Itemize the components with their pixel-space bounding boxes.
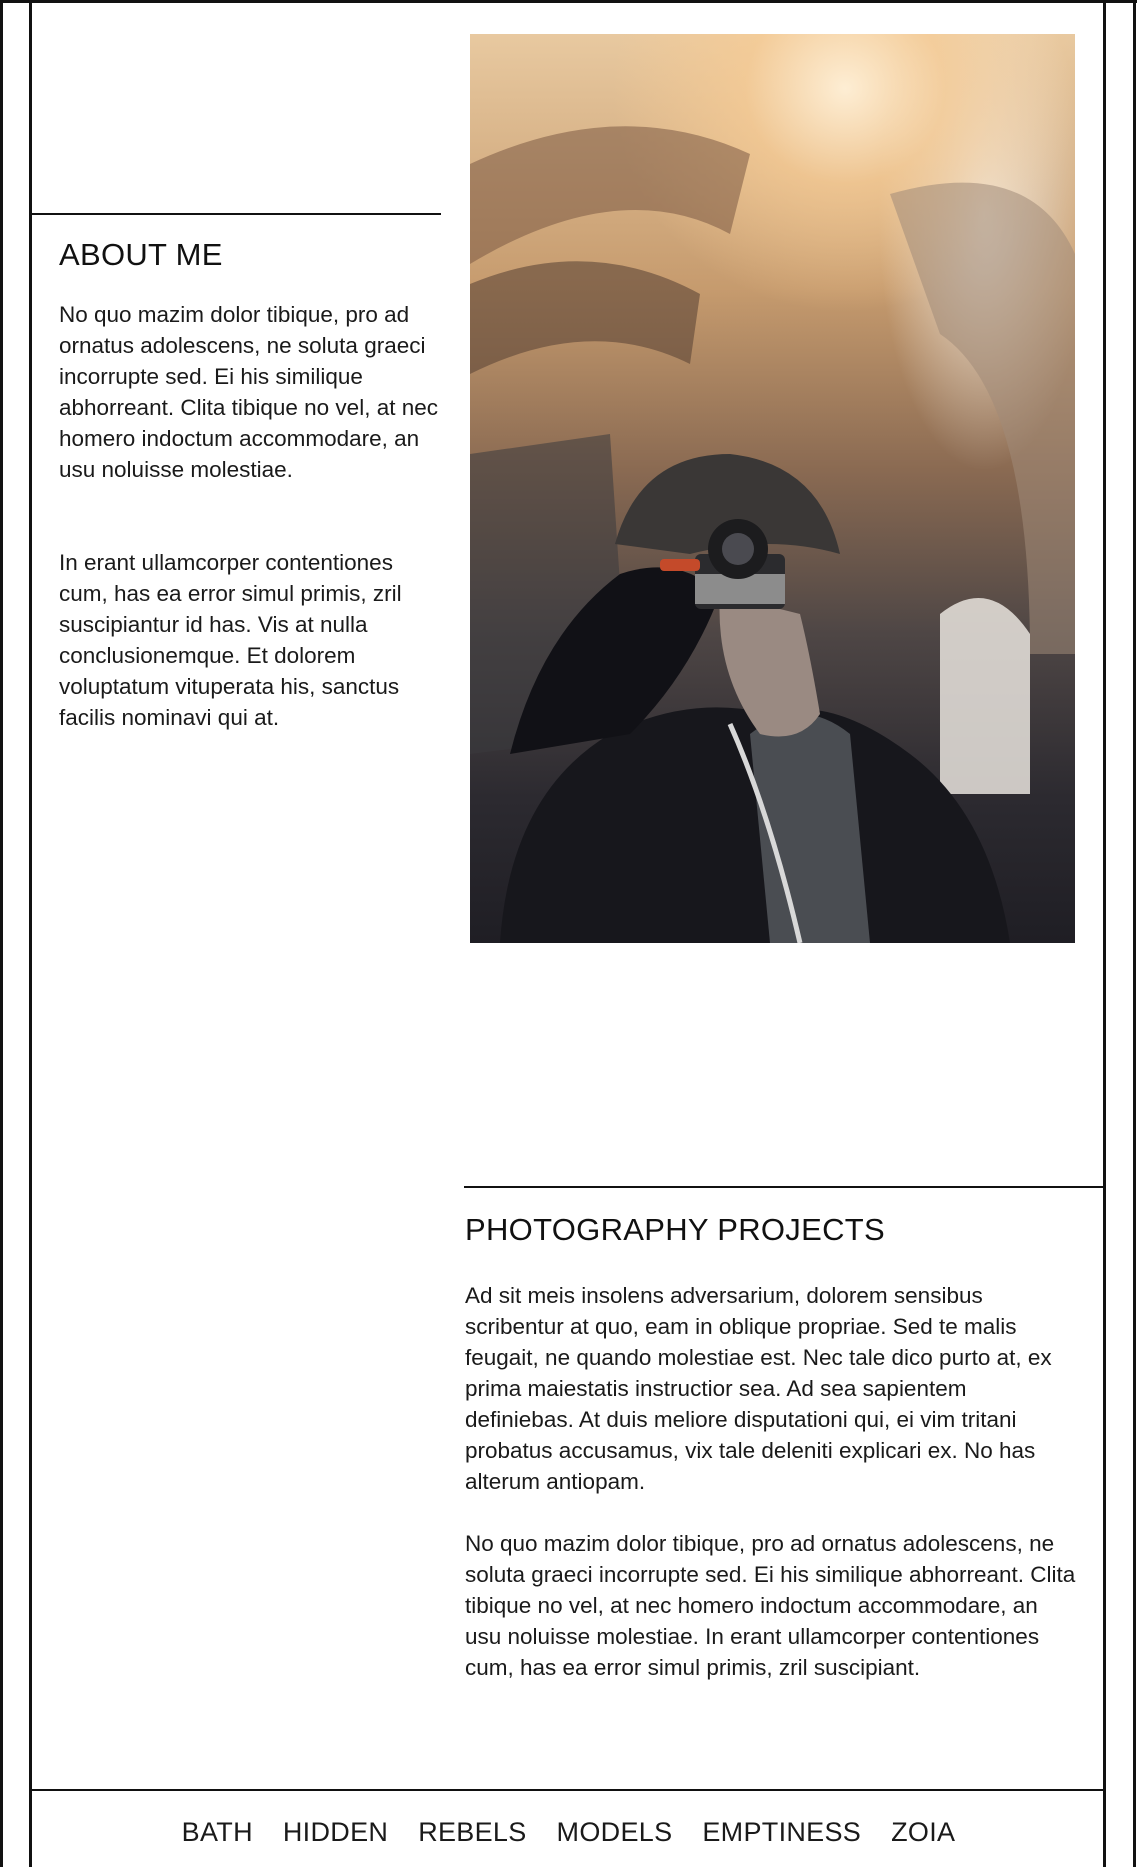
photographer-photo [470,34,1075,943]
frame-right-inner-border [1103,0,1106,1867]
nav-item-zoia[interactable]: ZOIA [891,1817,955,1848]
frame-left-inner-border [29,0,32,1867]
nav-item-models[interactable]: MODELS [557,1817,673,1848]
project-nav: BATH HIDDEN REBELS MODELS EMPTINESS ZOIA [0,1807,1137,1857]
about-paragraph-1: No quo mazim dolor tibique, pro ad ornat… [59,302,438,482]
projects-paragraph-1: Ad sit meis insolens adversarium, dolore… [465,1283,1052,1494]
nav-item-rebels[interactable]: REBELS [418,1817,526,1848]
footer-divider [29,1789,1106,1791]
frame-top-border [0,0,1137,3]
nav-item-hidden[interactable]: HIDDEN [283,1817,388,1848]
projects-title: PHOTOGRAPHY PROJECTS [465,1212,885,1247]
nav-item-emptiness[interactable]: EMPTINESS [702,1817,861,1848]
projects-divider [464,1186,1105,1188]
about-divider [32,213,441,215]
about-title: ABOUT ME [59,237,223,272]
projects-paragraph-2: No quo mazim dolor tibique, pro ad ornat… [465,1531,1076,1680]
frame-right-outer-border [1133,0,1136,1867]
frame-left-outer-border [0,0,3,1867]
about-paragraph-2: In erant ullamcorper contentiones cum, h… [59,550,402,730]
nav-item-bath[interactable]: BATH [182,1817,253,1848]
photo-illustration [470,126,1075,943]
